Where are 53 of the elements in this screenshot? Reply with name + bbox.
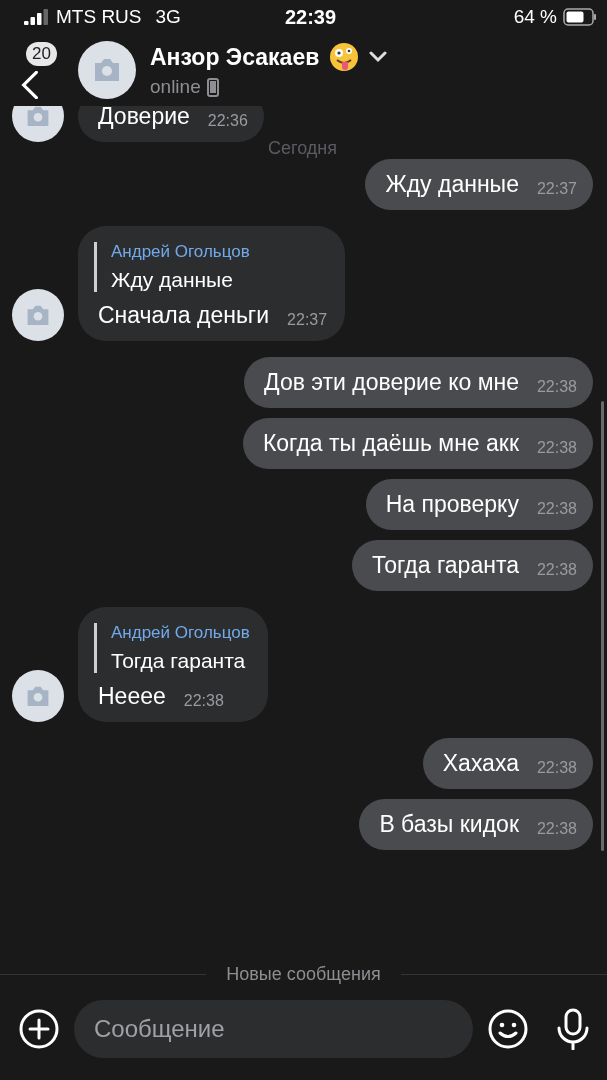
sender-avatar[interactable] — [12, 289, 64, 341]
camera-icon — [25, 685, 51, 707]
message-input[interactable]: Сообщение — [74, 1000, 473, 1058]
message-time: 22:38 — [536, 561, 577, 579]
message-time: 22:38 — [183, 692, 224, 710]
reply-author: Андрей Огольцов — [111, 242, 251, 262]
carrier-name: MTS RUS — [56, 6, 142, 28]
back-button[interactable]: 20 — [16, 40, 64, 100]
reply-author: Андрей Огольцов — [111, 623, 250, 643]
sender-avatar[interactable] — [12, 670, 64, 722]
date-label: Сегодня — [268, 138, 337, 159]
message-time: 22:38 — [536, 378, 577, 396]
message-text: Тогда гаранта — [371, 552, 519, 579]
emoji-button[interactable] — [487, 1008, 529, 1050]
back-chevron-icon[interactable] — [20, 71, 40, 99]
message-text: Когда ты даёшь мне акк — [262, 430, 519, 457]
contact-name[interactable]: Анзор Эсакаев — [150, 43, 320, 71]
chevron-down-icon[interactable] — [369, 51, 388, 63]
contact-avatar[interactable] — [78, 41, 136, 99]
message-time: 22:38 — [536, 820, 577, 838]
add-button[interactable] — [18, 1008, 60, 1050]
camera-icon — [92, 58, 122, 82]
message-text: Доверие — [98, 106, 190, 130]
battery-icon — [563, 8, 597, 26]
camera-icon — [25, 304, 51, 326]
signal-icon — [24, 9, 50, 25]
new-messages-divider: Новые сообщения — [226, 963, 381, 985]
reply-text: Тогда гаранта — [111, 649, 247, 673]
quoted-reply[interactable]: Андрей Огольцов Жду данные — [94, 242, 328, 292]
quoted-reply[interactable]: Андрей Огольцов Тогда гаранта — [94, 623, 250, 673]
message-time: 22:38 — [536, 759, 577, 777]
reply-text: Жду данные — [111, 268, 234, 292]
online-status: online — [150, 76, 201, 98]
message-text: В базы кидок — [379, 811, 519, 838]
message-time: 22:37 — [287, 311, 328, 329]
emoji-icon — [329, 42, 360, 72]
message-text: На проверку — [385, 491, 519, 518]
message-text: Хахаха — [442, 750, 519, 777]
message-text: Дов эти доверие ко мне — [264, 369, 519, 396]
battery-percent: 64 % — [513, 6, 557, 28]
message-text: Жду данные — [385, 171, 519, 198]
microphone-button[interactable] — [555, 1008, 591, 1050]
phone-icon — [206, 77, 219, 97]
unread-badge: 20 — [26, 42, 57, 66]
message-text: Сначала деньги — [98, 302, 270, 329]
camera-icon — [25, 106, 51, 127]
message-time: 22:36 — [207, 112, 248, 130]
message-time: 22:38 — [536, 500, 577, 518]
message-text: Нееее — [98, 683, 166, 710]
message-time: 22:37 — [536, 180, 577, 198]
message-time: 22:38 — [536, 439, 577, 457]
network-type: 3G — [155, 6, 181, 28]
clock: 22:39 — [284, 5, 337, 29]
